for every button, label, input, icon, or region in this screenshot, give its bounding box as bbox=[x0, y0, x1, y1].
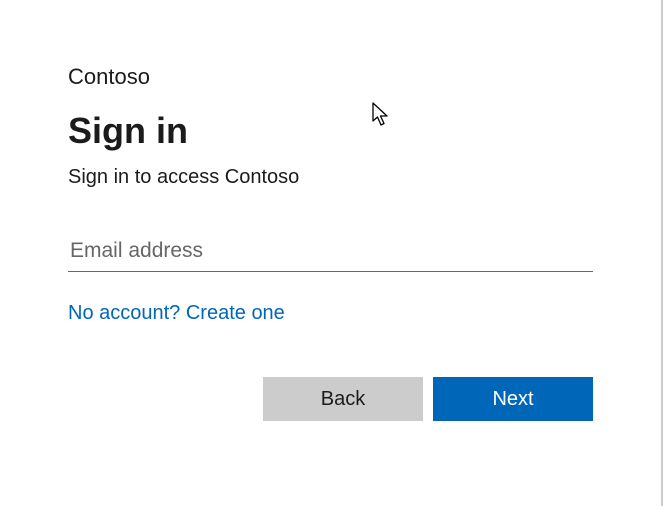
create-account-link[interactable]: No account? Create one bbox=[68, 302, 285, 325]
signin-panel: Contoso Sign in Sign in to access Contos… bbox=[0, 0, 661, 421]
page-title: Sign in bbox=[68, 110, 593, 152]
back-button[interactable]: Back bbox=[263, 377, 423, 421]
next-button[interactable]: Next bbox=[433, 377, 593, 421]
page-subtitle: Sign in to access Contoso bbox=[68, 166, 593, 189]
brand-name: Contoso bbox=[68, 64, 593, 90]
button-row: Back Next bbox=[68, 377, 593, 421]
email-input[interactable] bbox=[68, 233, 593, 272]
